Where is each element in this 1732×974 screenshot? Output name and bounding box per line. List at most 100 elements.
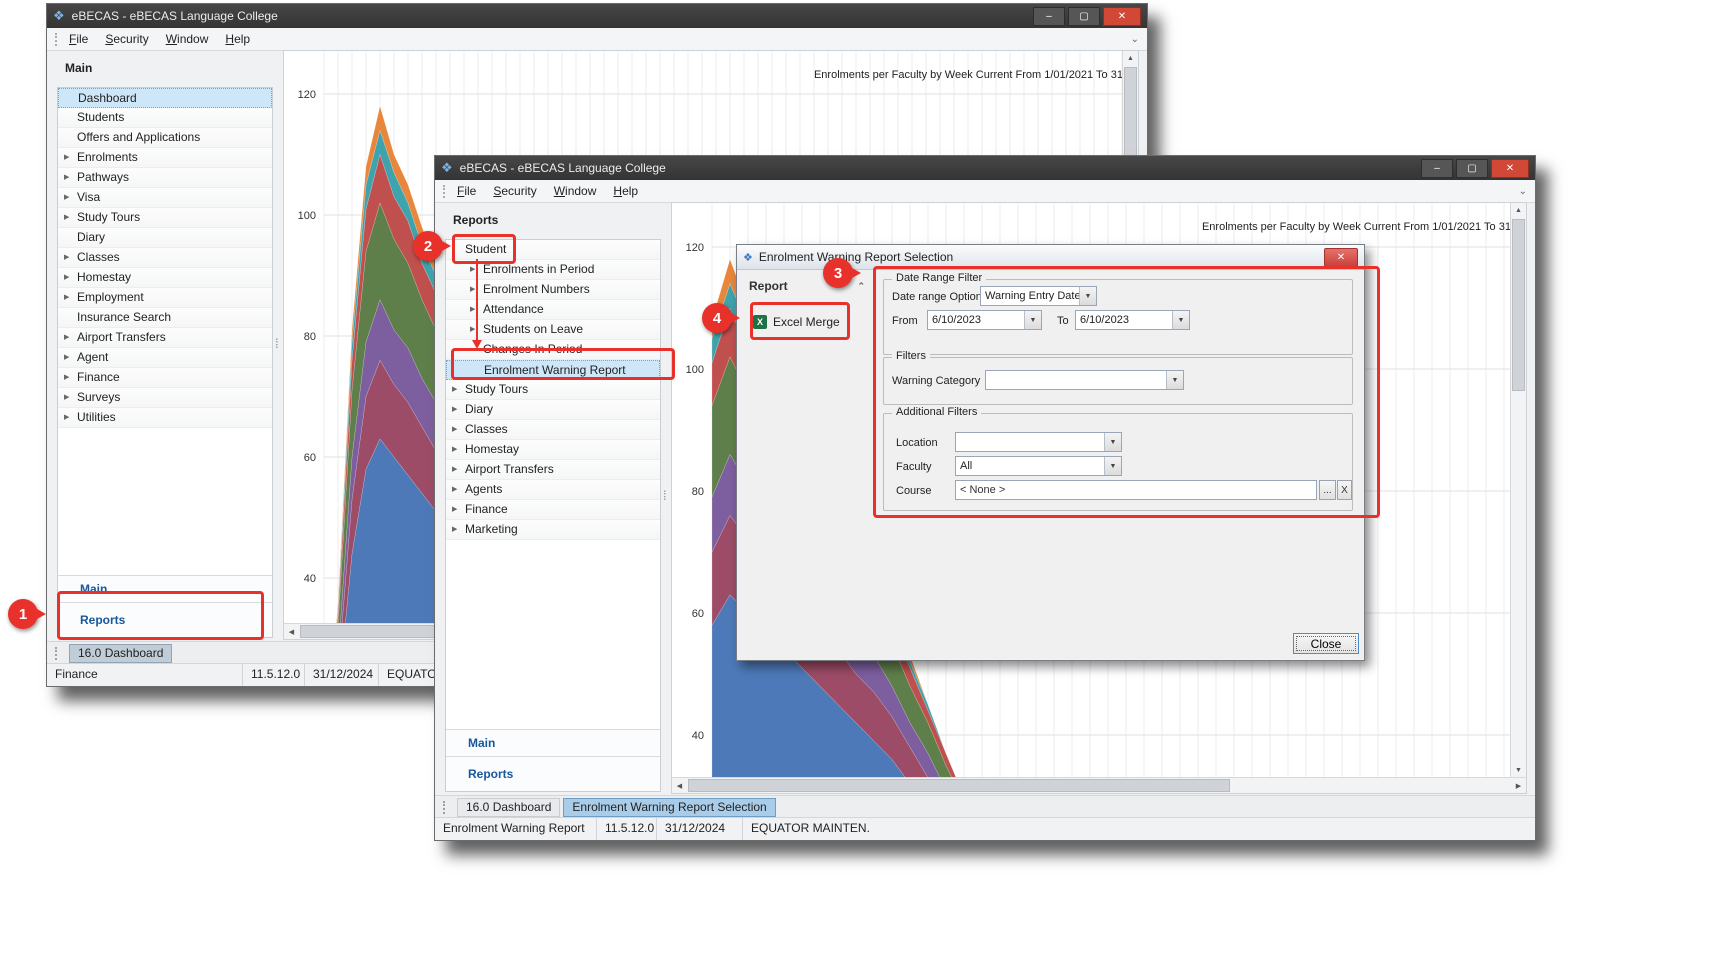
- scroll-up-icon[interactable]: [1123, 51, 1138, 66]
- sidebar-item[interactable]: Insurance Search: [58, 308, 272, 328]
- status-field: EQUATOR MAINTEN.: [743, 818, 1535, 840]
- svg-text:120: 120: [298, 89, 316, 101]
- expand-arrow-icon[interactable]: [64, 188, 77, 207]
- close-button[interactable]: ✕: [1491, 159, 1529, 178]
- menu-overflow-icon[interactable]: [1519, 186, 1527, 197]
- menu-item[interactable]: Help: [225, 32, 250, 46]
- menu-overflow-icon[interactable]: [1131, 34, 1139, 45]
- scroll-thumb[interactable]: [1512, 219, 1525, 391]
- annotation-box-reports: [57, 591, 264, 640]
- menu-item[interactable]: Help: [613, 184, 638, 198]
- vertical-scrollbar[interactable]: [1510, 203, 1526, 778]
- expand-arrow-icon[interactable]: [64, 388, 77, 407]
- dialog-close-button[interactable]: ✕: [1324, 248, 1358, 267]
- collapse-icon[interactable]: [857, 281, 865, 292]
- tree-item[interactable]: Classes: [446, 420, 660, 440]
- expand-arrow-icon[interactable]: [64, 268, 77, 287]
- expand-arrow-icon[interactable]: [64, 368, 77, 387]
- expand-arrow-icon[interactable]: [64, 288, 77, 307]
- expand-arrow-icon[interactable]: [452, 520, 465, 539]
- menu-item[interactable]: Security: [493, 184, 536, 198]
- tree-item[interactable]: Finance: [446, 500, 660, 520]
- expand-arrow-icon[interactable]: [452, 400, 465, 419]
- minimize-button[interactable]: –: [1033, 7, 1065, 26]
- maximize-button[interactable]: ▢: [1456, 159, 1488, 178]
- svg-text:60: 60: [692, 608, 704, 620]
- sidebar-item[interactable]: Airport Transfers: [58, 328, 272, 348]
- minimize-button[interactable]: –: [1421, 159, 1453, 178]
- tree-item[interactable]: Students on Leave: [446, 320, 660, 340]
- expand-arrow-icon[interactable]: [452, 460, 465, 479]
- sidebar-item[interactable]: Utilities: [58, 408, 272, 428]
- sidebar-item[interactable]: Enrolments: [58, 148, 272, 168]
- titlebar[interactable]: eBECAS - eBECAS Language College – ▢ ✕: [47, 4, 1147, 28]
- expand-arrow-icon[interactable]: [452, 500, 465, 519]
- expand-arrow-icon[interactable]: [452, 440, 465, 459]
- tree-item[interactable]: Enrolment Numbers: [446, 280, 660, 300]
- horizontal-scrollbar[interactable]: [672, 777, 1526, 793]
- menu-item[interactable]: File: [457, 184, 476, 198]
- scroll-left-icon[interactable]: [672, 778, 687, 793]
- nav-reports-button[interactable]: Reports: [446, 756, 660, 791]
- annotation-arrow: [476, 259, 478, 341]
- expand-arrow-icon[interactable]: [64, 328, 77, 347]
- menu-item[interactable]: Window: [554, 184, 597, 198]
- expand-arrow-icon[interactable]: [64, 408, 77, 427]
- status-tab[interactable]: Enrolment Warning Report Selection: [563, 798, 775, 817]
- nav-main-button[interactable]: Main: [446, 729, 660, 756]
- menu-item[interactable]: Window: [166, 32, 209, 46]
- expand-arrow-icon[interactable]: [452, 480, 465, 499]
- dashboard-tab[interactable]: 16.0 Dashboard: [69, 644, 172, 663]
- expand-arrow-icon[interactable]: [452, 420, 465, 439]
- tree-item[interactable]: Diary: [446, 400, 660, 420]
- sidebar-item[interactable]: Agent: [58, 348, 272, 368]
- sidebar-item[interactable]: Pathways: [58, 168, 272, 188]
- menu-item[interactable]: File: [69, 32, 88, 46]
- sidebar: Main DashboardStudentsOffers and Applica…: [57, 54, 273, 638]
- sidebar-item[interactable]: Finance: [58, 368, 272, 388]
- sidebar-item[interactable]: Diary: [58, 228, 272, 248]
- scroll-down-icon[interactable]: [1511, 763, 1526, 778]
- close-button[interactable]: ✕: [1103, 7, 1141, 26]
- sidebar-item[interactable]: Students: [58, 108, 272, 128]
- expand-arrow-icon[interactable]: [64, 348, 77, 367]
- annotation-badge-2: 2: [413, 231, 443, 261]
- sidebar-item[interactable]: Dashboard: [58, 88, 272, 108]
- expand-arrow-icon[interactable]: [452, 380, 465, 399]
- sidebar-item[interactable]: Classes: [58, 248, 272, 268]
- splitter[interactable]: [275, 336, 279, 351]
- svg-text:40: 40: [692, 730, 704, 742]
- sidebar-item[interactable]: Employment: [58, 288, 272, 308]
- expand-arrow-icon[interactable]: [64, 148, 77, 167]
- tab-grip: [55, 647, 61, 660]
- status-tab[interactable]: 16.0 Dashboard: [457, 798, 560, 817]
- scroll-up-icon[interactable]: [1511, 203, 1526, 218]
- chart-title: Enrolments per Faculty by Week Current F…: [814, 69, 1126, 81]
- menu-grip: [443, 185, 448, 198]
- tree-item[interactable]: Homestay: [446, 440, 660, 460]
- sidebar-item[interactable]: Surveys: [58, 388, 272, 408]
- annotation-badge-1: 1: [8, 599, 38, 629]
- sidebar-item[interactable]: Offers and Applications: [58, 128, 272, 148]
- tree-item[interactable]: Agents: [446, 480, 660, 500]
- sidebar-item[interactable]: Study Tours: [58, 208, 272, 228]
- sidebar-item[interactable]: Visa: [58, 188, 272, 208]
- tree-item[interactable]: Airport Transfers: [446, 460, 660, 480]
- titlebar[interactable]: eBECAS - eBECAS Language College – ▢ ✕: [435, 156, 1535, 180]
- dialog-close-action-button[interactable]: Close: [1293, 633, 1359, 654]
- sidebar-item[interactable]: Homestay: [58, 268, 272, 288]
- scroll-left-icon[interactable]: [284, 624, 299, 639]
- status-field: Enrolment Warning Report: [435, 818, 597, 840]
- scroll-thumb[interactable]: [688, 779, 1230, 792]
- maximize-button[interactable]: ▢: [1068, 7, 1100, 26]
- expand-arrow-icon[interactable]: [64, 168, 77, 187]
- scroll-right-icon[interactable]: [1511, 778, 1526, 793]
- menu-item[interactable]: Security: [105, 32, 148, 46]
- tree-item[interactable]: Attendance: [446, 300, 660, 320]
- status-field: Finance: [47, 664, 243, 686]
- expand-arrow-icon[interactable]: [64, 208, 77, 227]
- tree-item[interactable]: Marketing: [446, 520, 660, 540]
- expand-arrow-icon[interactable]: [64, 248, 77, 267]
- tree-item[interactable]: Study Tours: [446, 380, 660, 400]
- splitter[interactable]: [663, 488, 667, 503]
